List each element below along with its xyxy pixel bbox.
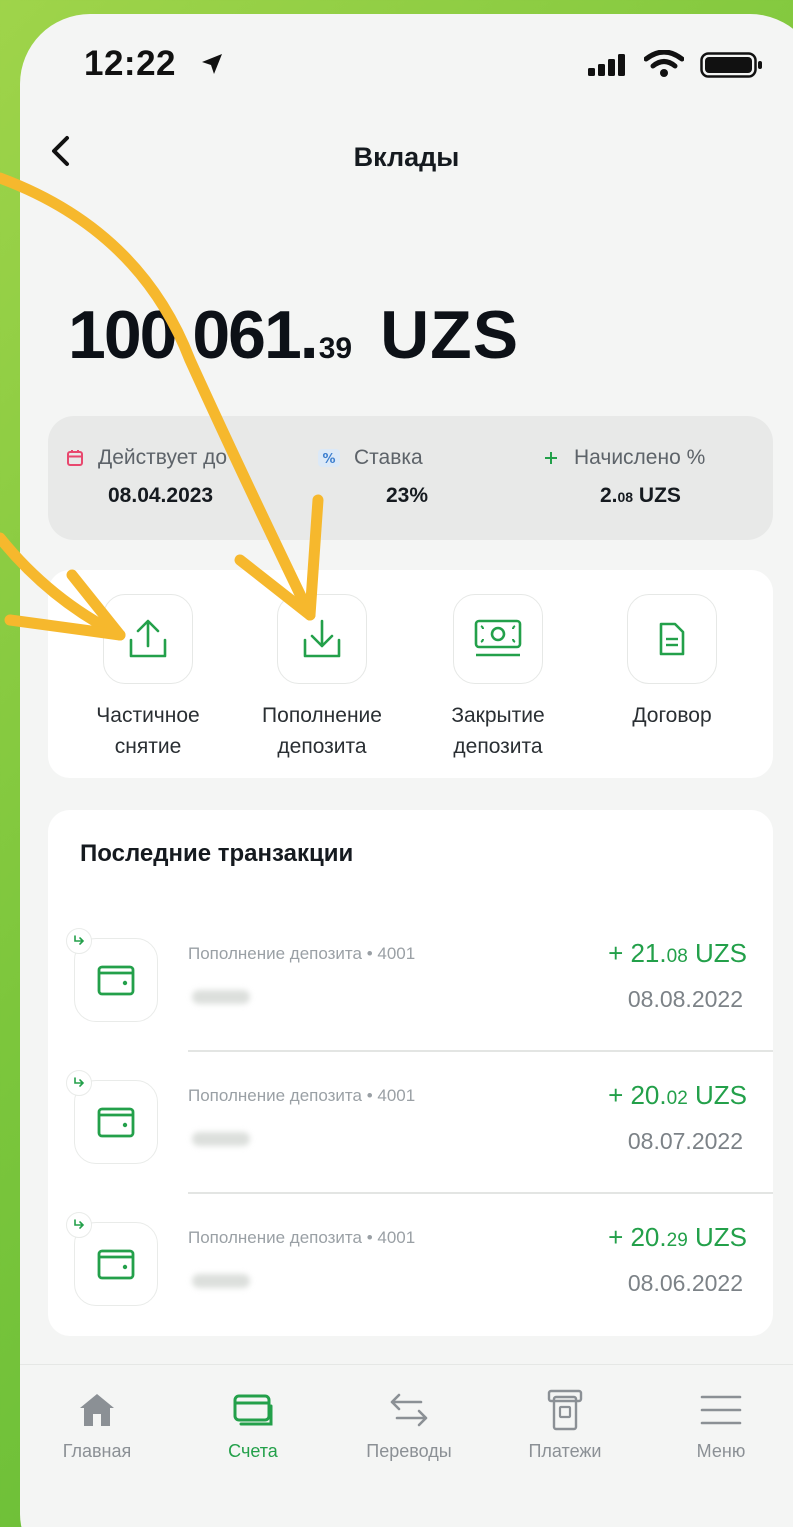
svg-text:%: %: [322, 452, 335, 467]
banknote-icon: [474, 619, 522, 657]
tab-label: Главная: [62, 1441, 132, 1461]
transaction-masked-detail: [192, 990, 250, 1004]
balance-decimals: 39: [318, 332, 353, 365]
action-label-line1: Договор: [632, 704, 712, 727]
tab-menu[interactable]: Меню: [656, 1389, 786, 1462]
wallet-icon: [97, 965, 135, 996]
info-valid-until: Действует до 08.04.2023: [66, 446, 227, 508]
action-label-line1: Пополнение: [262, 704, 382, 727]
partial-withdrawal-action[interactable]: Частичное снятие: [58, 594, 238, 762]
tab-transfers[interactable]: Переводы: [344, 1389, 474, 1462]
status-bar: 12:22: [20, 14, 793, 114]
action-label-line2: депозита: [453, 735, 543, 758]
contract-action[interactable]: Договор: [582, 594, 762, 731]
transaction-masked-detail: [192, 1274, 250, 1288]
percent-icon: %: [318, 449, 340, 467]
deposit-info-card: Действует до 08.04.2023 % Ставка 23% Нач…: [48, 416, 773, 540]
wallet-icon: [97, 1249, 135, 1280]
info-rate: % Ставка 23%: [318, 446, 428, 508]
signal-icon: [588, 54, 625, 76]
info-label-valid-until: Действует до: [98, 446, 228, 469]
info-value-accrued: 2.08 UZS: [600, 484, 681, 507]
info-label-rate: Ставка: [354, 446, 423, 469]
transaction-description: Пополнение депозита • 4001: [188, 1086, 416, 1105]
info-accrued: Начислено % 2.08 UZS: [542, 446, 705, 508]
tab-accounts[interactable]: Счета: [188, 1389, 318, 1462]
phone-screen: 12:22 Вклады 100 061. 39 UZS Действует д…: [20, 14, 793, 1527]
return-arrow-icon: [66, 928, 92, 954]
page-title: Вклады: [353, 142, 460, 172]
transaction-row[interactable]: Пополнение депозита • 4001 + 20.29 UZS 0…: [48, 1212, 773, 1364]
tab-payments[interactable]: Платежи: [500, 1389, 630, 1462]
return-arrow-icon: [66, 1212, 92, 1238]
transaction-row[interactable]: Пополнение депозита • 4001 + 21.08 UZS 0…: [48, 928, 773, 1080]
home-icon: [80, 1394, 114, 1426]
balance-currency: UZS: [380, 297, 520, 373]
accounts-icon: [233, 1394, 273, 1426]
balance-main: 100 061.: [68, 297, 319, 373]
transaction-row[interactable]: Пополнение депозита • 4001 + 20.02 UZS 0…: [48, 1070, 773, 1222]
close-deposit-button[interactable]: [453, 594, 543, 684]
transaction-description: Пополнение депозита • 4001: [188, 1228, 416, 1247]
divider: [188, 1192, 773, 1194]
tab-label: Меню: [696, 1441, 746, 1461]
menu-icon: [700, 1395, 742, 1425]
recent-transactions-card: Последние транзакции Пополнение депозита…: [48, 810, 773, 1336]
tab-label: Переводы: [366, 1441, 452, 1461]
transaction-date: 08.06.2022: [627, 1270, 743, 1296]
transaction-description: Пополнение депозита • 4001: [188, 944, 416, 963]
upload-icon: [129, 619, 167, 658]
plus-icon: [542, 449, 560, 467]
tab-label: Счета: [228, 1441, 278, 1461]
deposit-balance: 100 061. 39 UZS: [68, 296, 519, 374]
info-value-valid-until: 08.04.2023: [108, 484, 214, 507]
calendar-icon: [66, 449, 84, 467]
transaction-date: 08.08.2022: [627, 986, 743, 1012]
action-label-line1: Частичное: [96, 704, 200, 727]
wifi-icon: [644, 50, 684, 77]
return-arrow-icon: [66, 1070, 92, 1096]
transaction-amount: + 20.02 UZS: [608, 1080, 747, 1110]
top-up-deposit-action[interactable]: Пополнение депозита: [232, 594, 412, 762]
transfer-arrows-icon: [390, 1393, 428, 1427]
transaction-masked-detail: [192, 1132, 250, 1146]
divider: [188, 1050, 773, 1052]
transaction-date: 08.07.2022: [627, 1128, 743, 1154]
top-up-deposit-button[interactable]: [277, 594, 367, 684]
tab-home[interactable]: Главная: [32, 1389, 162, 1462]
info-value-rate: 23%: [386, 484, 429, 507]
location-arrow-icon: [202, 54, 222, 74]
transaction-amount: + 21.08 UZS: [608, 938, 747, 968]
transaction-amount: + 20.29 UZS: [608, 1222, 747, 1252]
action-label-line1: Закрытие: [451, 704, 545, 727]
bottom-tab-bar: Главная Счета Переводы Платежи Меню: [20, 1364, 793, 1484]
deposit-actions-card: Частичное снятие Пополнение депозита Закры…: [48, 570, 773, 778]
battery-icon: [700, 52, 762, 78]
wallet-icon: [97, 1107, 135, 1138]
info-label-accrued: Начислено %: [574, 446, 706, 469]
partial-withdrawal-button[interactable]: [103, 594, 193, 684]
tab-label: Платежи: [528, 1441, 602, 1461]
status-time: 12:22: [84, 44, 177, 83]
close-deposit-action[interactable]: Закрытие депозита: [408, 594, 588, 762]
action-label-line2: снятие: [114, 735, 182, 758]
download-icon: [303, 619, 341, 658]
contract-button[interactable]: [627, 594, 717, 684]
transactions-title: Последние транзакции: [80, 840, 354, 867]
document-icon: [659, 622, 685, 656]
payment-terminal-icon: [547, 1389, 583, 1431]
action-label-line2: депозита: [277, 735, 367, 758]
